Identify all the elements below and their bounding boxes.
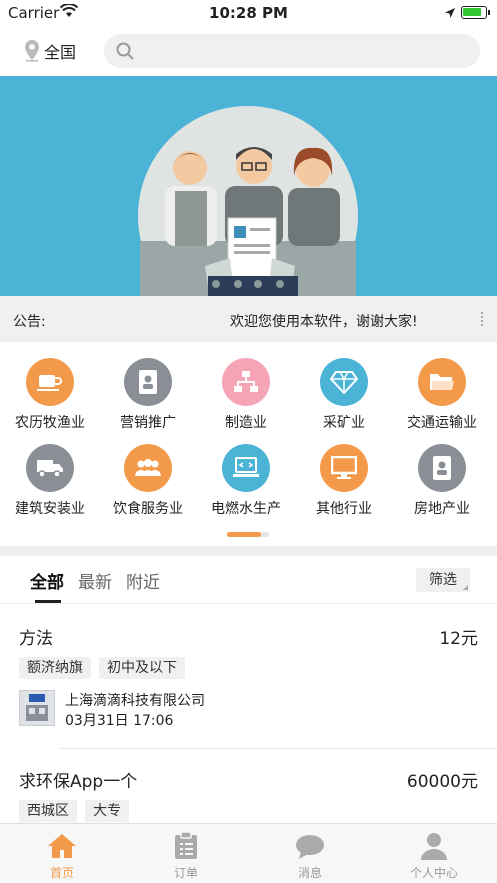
banner-image[interactable]: [0, 76, 497, 296]
listing-tag: 西城区: [19, 800, 77, 822]
listing-item[interactable]: 求环保App一个 60000元 西城区 大专: [0, 767, 497, 823]
tab-latest[interactable]: 最新: [78, 568, 112, 593]
listing-tag: 初中及以下: [99, 657, 185, 679]
city-selector[interactable]: 全国: [24, 38, 76, 64]
nav-orders[interactable]: 订单: [124, 830, 248, 881]
company-name: 上海滴滴科技有限公司: [65, 693, 205, 709]
filter-button[interactable]: 筛选: [416, 568, 470, 592]
user-icon: [372, 830, 496, 860]
category-item[interactable]: 交通运输业: [392, 358, 492, 432]
page-indicator: [227, 532, 269, 537]
chat-bubble-icon: [248, 830, 372, 860]
category-label: 采矿业: [323, 415, 365, 431]
status-bar: Carrier 10:28 PM: [0, 0, 497, 28]
company-logo: [19, 690, 55, 726]
category-item[interactable]: 电燃水生产: [196, 444, 296, 518]
laptop-icon: [222, 444, 270, 492]
recruitment-illustration: [138, 106, 358, 296]
diamond-icon: [320, 358, 368, 406]
category-label: 营销推广: [120, 415, 176, 431]
listing-tags: 西城区 大专: [19, 800, 129, 822]
status-time: 10:28 PM: [209, 4, 288, 22]
announcement-message: 欢迎您使用本软件，谢谢大家!: [230, 314, 418, 330]
home-icon: [0, 830, 124, 860]
listing-title: 求环保App一个: [19, 772, 138, 792]
category-label: 交通运输业: [407, 415, 477, 431]
bottom-nav: 首页 订单 消息 个人中心: [0, 823, 497, 883]
nav-home[interactable]: 首页: [0, 830, 124, 881]
category-item[interactable]: 房地产业: [392, 444, 492, 518]
category-item[interactable]: 采矿业: [294, 358, 394, 432]
battery-icon: [461, 6, 490, 19]
category-label: 房地产业: [414, 501, 470, 517]
nav-messages[interactable]: 消息: [248, 830, 372, 881]
network-icon: [222, 358, 270, 406]
listing-tag: 额济纳旗: [19, 657, 91, 679]
nav-home-label: 首页: [49, 866, 74, 880]
app-screen: Carrier 10:28 PM 全国 公告: 欢迎您使用本软件，谢谢大家! 农…: [0, 0, 497, 883]
category-item[interactable]: 制造业: [196, 358, 296, 432]
listing-price: 60000元: [406, 772, 478, 792]
search-input[interactable]: [104, 34, 480, 68]
announcement-bar[interactable]: 公告: 欢迎您使用本软件，谢谢大家!: [0, 296, 497, 342]
search-icon: [116, 42, 134, 60]
location-arrow-icon: [444, 5, 456, 23]
nav-profile-label: 个人中心: [409, 866, 458, 880]
category-label: 电燃水生产: [211, 501, 281, 517]
category-item[interactable]: 建筑安装业: [0, 444, 100, 518]
monitor-icon: [320, 444, 368, 492]
nav-profile[interactable]: 个人中心: [372, 830, 496, 881]
category-item[interactable]: 其他行业: [294, 444, 394, 518]
listing-tabs: 全部 最新 附近 筛选: [0, 556, 497, 604]
group-icon: [124, 444, 172, 492]
tab-all[interactable]: 全部: [30, 568, 64, 593]
filter-label: 筛选: [429, 572, 457, 588]
nav-messages-label: 消息: [297, 866, 322, 880]
category-grid: 农历牧渔业 营销推广 制造业 采矿业 交通运输业 建筑安装业 饮食服务业 电燃水…: [0, 342, 497, 546]
city-label: 全国: [44, 43, 77, 62]
listing-price: 12元: [439, 629, 478, 649]
listing-item[interactable]: 方法 12元 额济纳旗 初中及以下 上海滴滴科技有限公司 03月31日 17:0…: [0, 624, 497, 748]
truck-icon: [26, 444, 74, 492]
category-label: 其他行业: [316, 501, 372, 517]
tab-nearby[interactable]: 附近: [126, 568, 160, 593]
nav-orders-label: 订单: [173, 866, 198, 880]
announcement-label: 公告:: [13, 314, 46, 330]
listing-title: 方法: [19, 629, 53, 649]
folder-icon: [418, 358, 466, 406]
battery-fill: [463, 8, 481, 16]
section-gap: [0, 546, 497, 556]
corner-triangle-icon: [463, 585, 468, 590]
more-dots-icon: [481, 312, 483, 326]
post-date: 03月31日 17:06: [65, 713, 174, 729]
id-card-icon: [418, 444, 466, 492]
location-pin-icon: [25, 40, 39, 62]
category-label: 建筑安装业: [15, 501, 85, 517]
id-card-icon: [124, 358, 172, 406]
listing-tag: 大专: [85, 800, 129, 822]
category-item[interactable]: 饮食服务业: [98, 444, 198, 518]
search-header: 全国: [0, 28, 497, 76]
category-label: 饮食服务业: [113, 501, 183, 517]
category-item[interactable]: 营销推广: [98, 358, 198, 432]
category-label: 农历牧渔业: [15, 415, 85, 431]
active-tab-indicator: [35, 600, 61, 603]
cup-icon: [26, 358, 74, 406]
category-item[interactable]: 农历牧渔业: [0, 358, 100, 432]
category-label: 制造业: [225, 415, 267, 431]
listing-tags: 额济纳旗 初中及以下: [19, 657, 185, 679]
list-divider: [60, 748, 497, 749]
clipboard-icon: [124, 830, 248, 860]
